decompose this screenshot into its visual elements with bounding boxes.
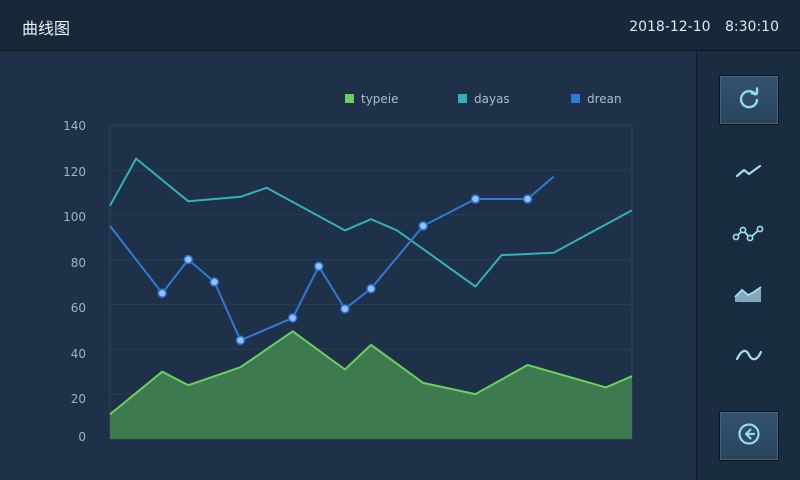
area-chart-button[interactable] xyxy=(729,281,769,311)
date-text: 2018-12-10 xyxy=(629,19,711,35)
data-point-drean xyxy=(235,335,246,346)
page-title: 曲线图 xyxy=(22,19,71,38)
dotted-line-chart-icon xyxy=(732,222,766,248)
series-line-drean xyxy=(109,175,555,342)
back-button[interactable] xyxy=(719,411,779,461)
data-point-drean xyxy=(313,261,324,272)
line-chart-icon xyxy=(734,162,764,186)
line-chart xyxy=(109,124,633,440)
datetime-display: 2018-12-10 8:30:10 xyxy=(629,19,779,35)
data-point-drean xyxy=(340,304,350,314)
area-chart-icon xyxy=(733,283,765,309)
data-point-drean xyxy=(157,288,167,299)
header-bar: 曲线图 2018-12-10 8:30:10 xyxy=(0,0,800,51)
data-point-drean xyxy=(418,221,429,231)
curve-chart-button[interactable] xyxy=(729,342,769,372)
data-point-drean xyxy=(522,194,533,204)
series-layer xyxy=(109,157,633,439)
refresh-button[interactable] xyxy=(719,75,779,125)
wave-icon xyxy=(734,345,764,369)
data-point-drean xyxy=(183,254,194,265)
chart-panel: typeie dayas drean 140 120 100 80 60 40 … xyxy=(0,51,696,480)
data-point-drean xyxy=(470,194,481,204)
dotted-line-chart-button[interactable] xyxy=(729,220,769,250)
time-text: 8:30:10 xyxy=(725,19,779,35)
data-point-drean xyxy=(287,313,298,323)
data-point-drean xyxy=(366,283,376,294)
line-chart-button[interactable] xyxy=(729,159,769,189)
back-icon xyxy=(736,421,762,451)
refresh-icon xyxy=(736,85,762,115)
sidebar xyxy=(696,51,800,480)
data-point-drean xyxy=(209,277,220,287)
